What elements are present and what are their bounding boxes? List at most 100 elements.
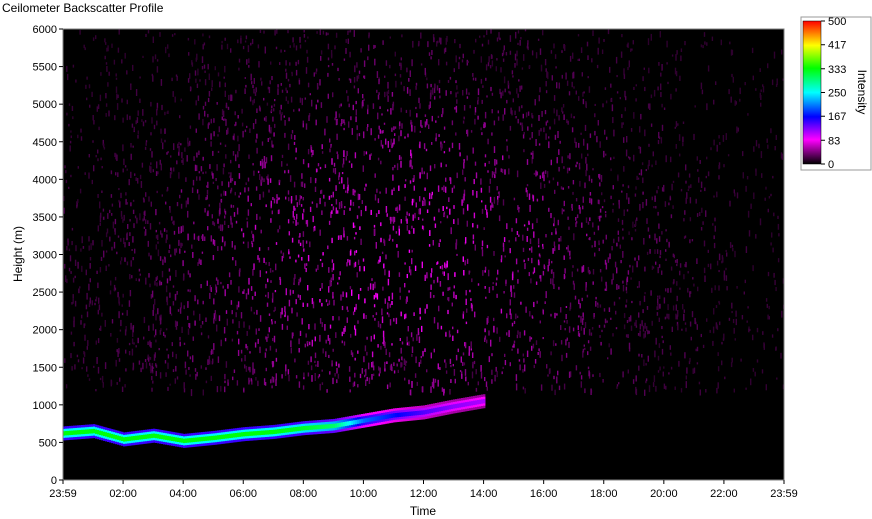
noise-cell	[357, 384, 359, 388]
noise-cell	[590, 332, 593, 336]
noise-cell	[637, 333, 640, 336]
noise-cell	[566, 167, 569, 174]
noise-cell	[275, 357, 278, 362]
noise-cell	[641, 354, 643, 358]
noise-cell	[126, 114, 128, 121]
noise-cell	[648, 234, 651, 239]
noise-cell	[458, 56, 461, 60]
noise-cell	[245, 343, 247, 349]
noise-cell	[667, 288, 669, 293]
noise-cell	[270, 379, 272, 384]
noise-cell	[597, 225, 600, 231]
noise-cell	[314, 352, 317, 359]
noise-cell	[288, 197, 290, 202]
noise-cell	[661, 187, 664, 192]
noise-cell	[627, 185, 630, 189]
noise-cell	[622, 280, 624, 284]
noise-cell	[639, 146, 642, 154]
noise-cell	[527, 257, 530, 261]
noise-cell	[546, 71, 548, 78]
noise-cell	[99, 328, 101, 331]
noise-cell	[169, 244, 171, 249]
noise-cell	[588, 175, 591, 182]
noise-cell	[156, 102, 159, 109]
noise-cell	[259, 107, 261, 112]
noise-cell	[630, 315, 632, 322]
noise-cell	[486, 95, 488, 98]
noise-cell	[139, 213, 141, 221]
noise-cell	[224, 82, 226, 88]
noise-cell	[286, 325, 288, 330]
noise-cell	[729, 41, 731, 45]
noise-cell	[693, 283, 695, 287]
noise-cell	[687, 271, 689, 274]
noise-cell	[731, 357, 733, 363]
noise-cell	[153, 304, 155, 310]
noise-cell	[564, 268, 566, 274]
noise-cell	[89, 263, 91, 269]
noise-cell	[294, 135, 296, 140]
noise-cell	[155, 209, 157, 216]
noise-cell	[703, 240, 706, 247]
noise-cell	[92, 115, 94, 121]
noise-cell	[565, 314, 567, 320]
noise-cell	[433, 317, 436, 324]
noise-cell	[735, 101, 737, 105]
noise-cell	[586, 163, 588, 171]
noise-cell	[362, 165, 364, 172]
noise-cell	[91, 91, 93, 97]
noise-cell	[110, 194, 113, 198]
noise-cell	[406, 336, 408, 342]
noise-cell	[429, 230, 431, 236]
noise-cell	[132, 199, 135, 202]
noise-cell	[235, 220, 238, 224]
noise-cell	[151, 151, 153, 158]
noise-cell	[387, 109, 389, 112]
noise-cell	[636, 261, 638, 268]
noise-cell	[565, 352, 568, 358]
noise-cell	[521, 85, 523, 90]
noise-cell	[516, 50, 518, 57]
noise-cell	[213, 240, 216, 246]
noise-cell	[327, 43, 330, 50]
noise-cell	[528, 65, 531, 68]
noise-cell	[439, 95, 441, 99]
noise-cell	[621, 219, 624, 225]
noise-cell	[285, 364, 287, 372]
noise-cell	[652, 266, 655, 269]
noise-cell	[377, 321, 380, 328]
noise-cell	[617, 174, 619, 182]
noise-cell	[563, 255, 565, 260]
noise-cell	[610, 83, 612, 88]
noise-cell	[316, 31, 318, 34]
noise-cell	[523, 149, 525, 153]
noise-cell	[620, 260, 622, 264]
noise-cell	[311, 375, 313, 382]
noise-cell	[320, 55, 322, 61]
noise-cell	[69, 145, 71, 152]
noise-cell	[540, 384, 543, 391]
noise-cell	[646, 306, 649, 310]
noise-cell	[669, 197, 672, 201]
noise-cell	[324, 201, 326, 207]
noise-cell	[446, 35, 448, 42]
noise-cell	[616, 242, 618, 247]
noise-cell	[717, 382, 719, 389]
noise-cell	[755, 88, 757, 91]
noise-cell	[240, 349, 243, 354]
noise-cell	[486, 317, 488, 325]
noise-cell	[762, 86, 765, 93]
noise-cell	[103, 250, 105, 258]
noise-cell	[145, 362, 148, 369]
noise-cell	[285, 87, 287, 91]
noise-cell	[242, 130, 244, 138]
noise-cell	[343, 119, 345, 124]
x-tick-label: 02:00	[109, 488, 137, 500]
noise-cell	[398, 135, 400, 142]
noise-cell	[685, 180, 687, 184]
noise-cell	[735, 310, 737, 317]
noise-cell	[596, 64, 599, 69]
noise-cell	[535, 340, 538, 345]
noise-cell	[88, 245, 90, 251]
noise-cell	[398, 272, 401, 277]
